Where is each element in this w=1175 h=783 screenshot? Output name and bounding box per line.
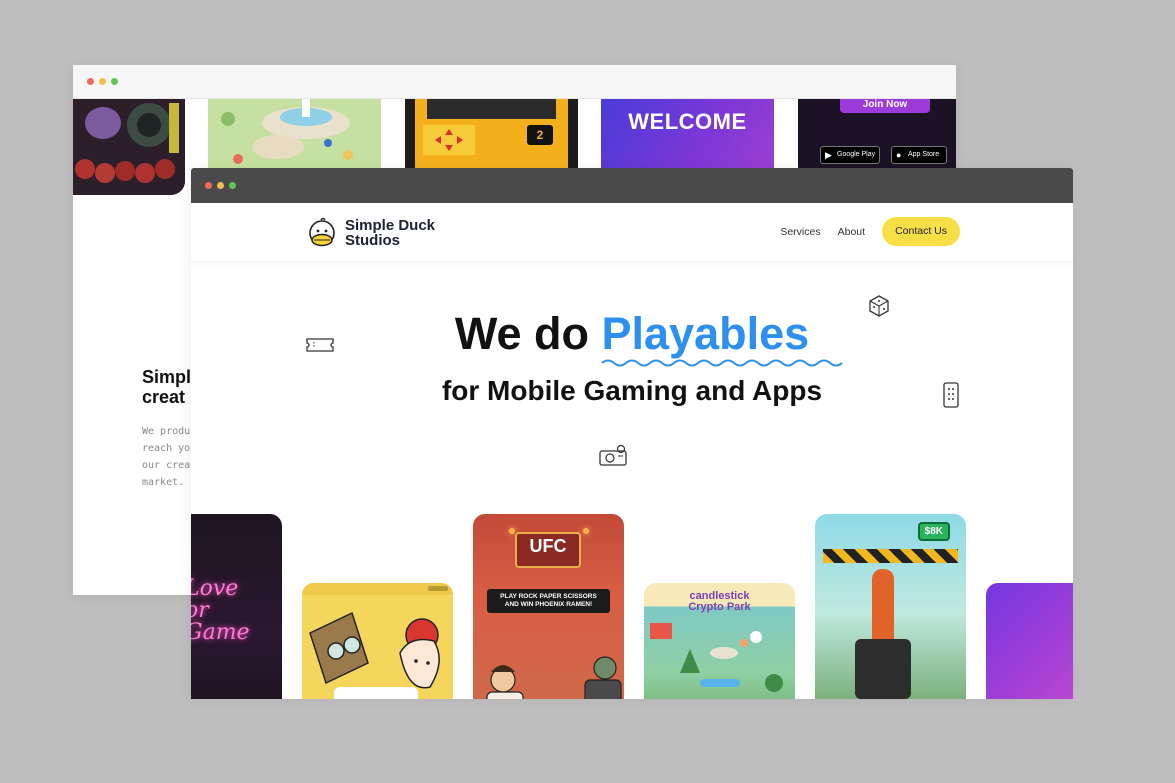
hero-highlight-word: Playables [601,308,810,359]
card-claw-machine[interactable]: $8K [815,514,966,699]
fighters-illustration [486,656,622,699]
ufc-promo-banner: PLAY ROCK PAPER SCISSORS AND WIN PHOENIX… [487,589,610,613]
tile-download-game[interactable]: Join Now ▶ Google Play ● App Store [798,99,956,169]
level-badge: 2 [536,128,544,142]
ufc-light-left [509,528,515,534]
tile-arcade-game[interactable]: 2 [405,99,578,169]
hazard-stripes [823,549,958,563]
window-controls [87,78,118,85]
card-crypto-park[interactable]: candlestick Crypto Park [644,583,795,699]
window-controls [205,182,236,189]
main-nav: Services About Contact Us [780,217,960,246]
brand-name: Simple Duck Studios [345,217,436,249]
card-purple-game[interactable] [986,583,1073,699]
close-dot[interactable] [205,182,212,189]
nav-about-link[interactable]: About [838,226,865,238]
minimize-dot[interactable] [99,78,106,85]
ufc-sign-text: UFC [529,536,567,556]
close-dot[interactable] [87,78,94,85]
play-store-icon: ▶ [825,150,832,160]
apple-icon: ● [896,150,902,160]
maximize-dot[interactable] [229,182,236,189]
projector-icon [599,444,627,466]
claw-arm [872,569,894,649]
front-window-titlebar [191,168,1073,203]
join-now-button[interactable]: Join Now [840,99,930,113]
card-ufc-game[interactable]: UFC PLAY ROCK PAPER SCISSORS AND WIN PHO… [473,514,624,699]
ufc-sign: UFC [515,532,581,568]
tile-park-game[interactable] [208,99,381,169]
back-window-titlebar [73,65,956,99]
google-play-badge[interactable]: ▶ Google Play [820,146,880,164]
tile-theater-game[interactable] [73,99,185,195]
cash-badge: $8K [917,522,950,541]
claw-base [855,639,911,699]
front-browser-window: Simple Duck Studios Services About Conta… [191,168,1073,699]
brand-logo[interactable]: Simple Duck Studios [305,216,435,250]
theater-illustration [73,99,185,195]
ufc-light-right [583,528,589,534]
park-illustration [208,99,381,169]
squiggle-underline [600,359,843,367]
app-store-label: App Store [908,151,940,158]
card-love-or-game[interactable]: Love or Game [191,514,282,699]
love-or-game-title: Love or Game [191,576,250,645]
welcome-heading: WELCOME [628,109,747,134]
nav-services-link[interactable]: Services [780,226,820,238]
crypto-park-map [650,623,783,692]
puzzle-characters-illustration [302,583,453,699]
hero-heading-highlight: Playables [600,308,843,367]
duck-logo-icon [309,217,335,247]
hero-heading-prefix: We do [454,308,589,359]
maximize-dot[interactable] [111,78,118,85]
ticket-icon [306,338,334,352]
contact-us-button[interactable]: Contact Us [882,217,960,246]
hero-subheading: for Mobile Gaming and Apps [441,375,823,406]
dice-icon [869,295,889,317]
google-play-label: Google Play [837,151,876,158]
crypto-park-title: candlestick Crypto Park [688,590,751,613]
app-store-badge[interactable]: ● App Store [891,146,947,164]
site-header: Simple Duck Studios Services About Conta… [191,203,1073,261]
phone-icon [943,382,959,408]
card-puzzle-characters[interactable] [302,583,453,699]
minimize-dot[interactable] [217,182,224,189]
tile-welcome-game[interactable]: WELCOME [601,99,774,169]
